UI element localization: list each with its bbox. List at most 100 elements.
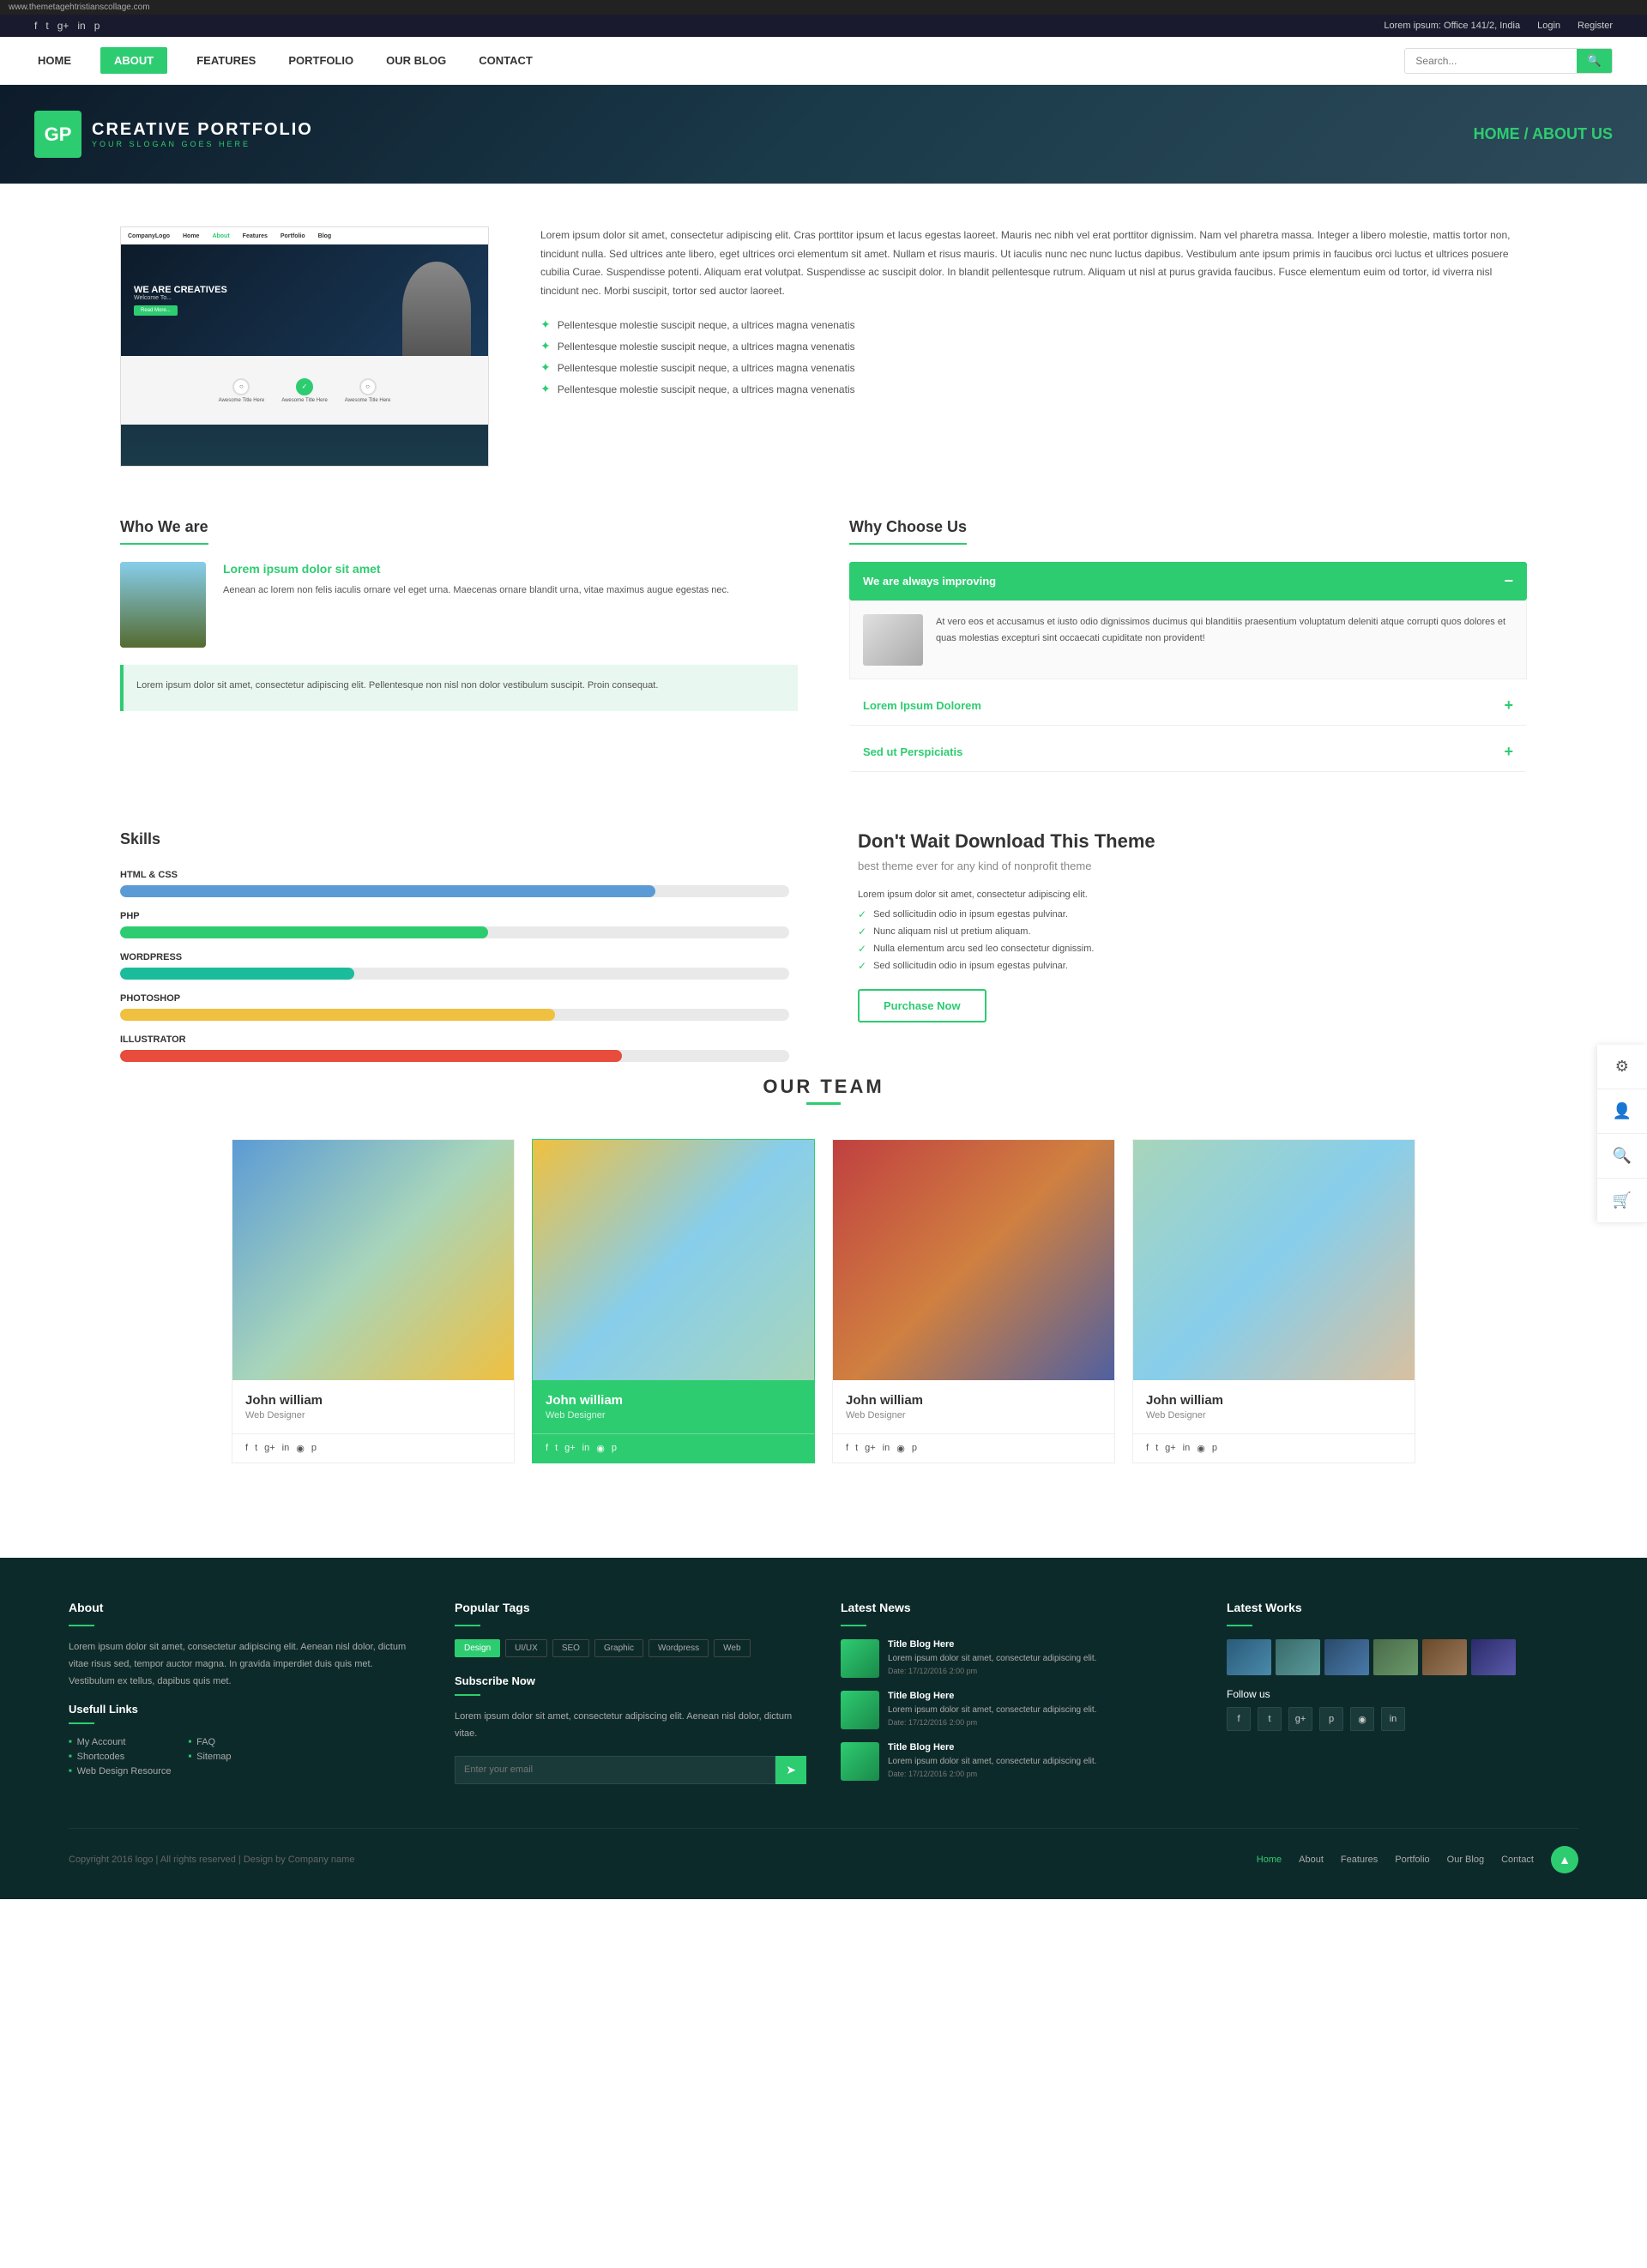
team-fb-4[interactable]: f [1146,1443,1149,1454]
skill-bar-5 [120,1050,622,1062]
sidebar-user-icon[interactable]: 👤 [1597,1089,1647,1134]
subscribe-input[interactable] [455,1756,775,1784]
nav-features[interactable]: FEATURES [193,47,259,74]
feature-dot-4: ✦ [540,382,551,396]
scroll-top-button[interactable]: ▲ [1551,1846,1578,1873]
logo-slogan: YOUR SLOGAN GOES HERE [92,140,313,148]
footer-links-grid: My Account Shortcodes Web Design Resourc… [69,1737,420,1781]
accordion-image-1 [863,614,923,666]
team-in-3[interactable]: in [883,1443,890,1454]
accordion-header-1[interactable]: We are always improving − [849,562,1527,600]
follow-fb[interactable]: f [1227,1707,1251,1731]
nav-blog[interactable]: OUR BLOG [383,47,449,74]
team-ig-1[interactable]: ◉ [296,1443,305,1454]
subscribe-button[interactable]: ➤ [775,1756,806,1784]
nav-about[interactable]: ABOUT [100,47,167,74]
social-instagram[interactable]: in [77,20,85,32]
feature-item-4: ✦ Pellentesque molestie suscipit neque, … [540,382,1527,396]
follow-social: f t g+ p ◉ in [1227,1707,1578,1731]
nav-contact[interactable]: CONTACT [475,47,536,74]
nav-home[interactable]: HOME [34,47,75,74]
two-col-section: Who We are Lorem ipsum dolor sit amet Ae… [120,518,1527,779]
tag-web[interactable]: Web [714,1639,750,1657]
accordion-item-2: Lorem Ipsum Dolorem + [849,686,1527,726]
team-role-4: Web Designer [1146,1410,1402,1421]
tag-wordpress[interactable]: Wordpress [649,1639,709,1657]
preview-hero-text: WE ARE CREATIVES Welcome To... Read More… [134,285,227,316]
login-link[interactable]: Login [1537,21,1560,31]
preview-person [402,262,471,356]
work-1 [1227,1639,1271,1675]
footer-nav-features[interactable]: Features [1341,1855,1378,1865]
who-image [120,562,206,648]
team-gp-2[interactable]: g+ [564,1443,576,1454]
footer-link-2[interactable]: Shortcodes [69,1752,171,1762]
team-in-4[interactable]: in [1183,1443,1191,1454]
sidebar-search-icon[interactable]: 🔍 [1597,1134,1647,1179]
team-pi-1[interactable]: p [311,1443,317,1454]
tag-design[interactable]: Design [455,1639,500,1657]
team-tw-3[interactable]: t [855,1443,858,1454]
team-tw-1[interactable]: t [255,1443,257,1454]
register-link[interactable]: Register [1578,21,1613,31]
sidebar-cart-icon[interactable]: 🛒 [1597,1179,1647,1223]
social-pinterest[interactable]: p [94,20,100,32]
follow-in[interactable]: in [1381,1707,1405,1731]
team-gp-3[interactable]: g+ [865,1443,876,1454]
accordion-header-2[interactable]: Lorem Ipsum Dolorem + [849,686,1527,726]
social-facebook[interactable]: f [34,20,37,32]
team-in-1[interactable]: in [282,1443,290,1454]
footer-tags-col: Popular Tags Design UI/UX SEO Graphic Wo… [455,1601,806,1794]
footer-link-4[interactable]: FAQ [188,1737,231,1747]
check-item-3: ✓ Nulla elementum arcu sed leo consectet… [858,943,1527,955]
footer-nav-blog[interactable]: Our Blog [1447,1855,1484,1865]
team-in-2[interactable]: in [582,1443,590,1454]
team-tw-2[interactable]: t [555,1443,558,1454]
footer-link-3[interactable]: Web Design Resource [69,1766,171,1776]
feature-icon-3: ○ [359,378,377,395]
accordion-header-3[interactable]: Sed ut Perspiciatis + [849,733,1527,772]
pnav-home: Home [183,233,199,239]
footer-links-underline [69,1722,94,1724]
team-tw-4[interactable]: t [1155,1443,1158,1454]
team-gp-4[interactable]: g+ [1165,1443,1176,1454]
tag-uiux[interactable]: UI/UX [505,1639,547,1657]
team-ig-4[interactable]: ◉ [1197,1443,1205,1454]
follow-tw[interactable]: t [1258,1707,1282,1731]
follow-gp[interactable]: g+ [1288,1707,1312,1731]
follow-pi[interactable]: p [1319,1707,1343,1731]
sidebar-settings-icon[interactable]: ⚙ [1597,1045,1647,1089]
search-button[interactable]: 🔍 [1577,49,1612,73]
team-fb-1[interactable]: f [245,1443,248,1454]
search-input[interactable] [1405,50,1577,72]
team-gp-1[interactable]: g+ [264,1443,275,1454]
nav-portfolio[interactable]: PORTFOLIO [285,47,357,74]
tag-graphic[interactable]: Graphic [594,1639,643,1657]
social-google[interactable]: g+ [57,20,69,32]
team-ig-3[interactable]: ◉ [896,1443,905,1454]
footer-link-1[interactable]: My Account [69,1737,171,1747]
social-twitter[interactable]: t [45,20,48,32]
footer-about-text: Lorem ipsum dolor sit amet, consectetur … [69,1639,420,1690]
footer-link-5[interactable]: Sitemap [188,1752,231,1762]
footer-nav-home[interactable]: Home [1257,1855,1282,1865]
footer-nav-portfolio[interactable]: Portfolio [1395,1855,1429,1865]
purchase-button[interactable]: Purchase Now [858,989,986,1022]
team-fb-3[interactable]: f [846,1443,848,1454]
about-preview: CompanyLogo Home About Features Portfoli… [120,226,489,467]
follow-ig[interactable]: ◉ [1350,1707,1374,1731]
subscribe-text: Lorem ipsum dolor sit amet, consectetur … [455,1709,806,1743]
footer-nav-contact[interactable]: Contact [1501,1855,1534,1865]
news-date-3: Date: 17/12/2016 2:00 pm [888,1770,1192,1778]
team-ig-2[interactable]: ◉ [596,1443,605,1454]
who-title: Who We are [120,518,208,545]
tag-seo[interactable]: SEO [552,1639,589,1657]
team-pi-4[interactable]: p [1212,1443,1217,1454]
footer-nav-about[interactable]: About [1299,1855,1324,1865]
skill-row-1: HTML & CSS [120,870,789,897]
team-pi-3[interactable]: p [912,1443,917,1454]
team-pi-2[interactable]: p [612,1443,617,1454]
news-date-1: Date: 17/12/2016 2:00 pm [888,1667,1192,1675]
top-bar: f t g+ in p Lorem ipsum: Office 141/2, I… [0,15,1647,37]
team-fb-2[interactable]: f [546,1443,548,1454]
